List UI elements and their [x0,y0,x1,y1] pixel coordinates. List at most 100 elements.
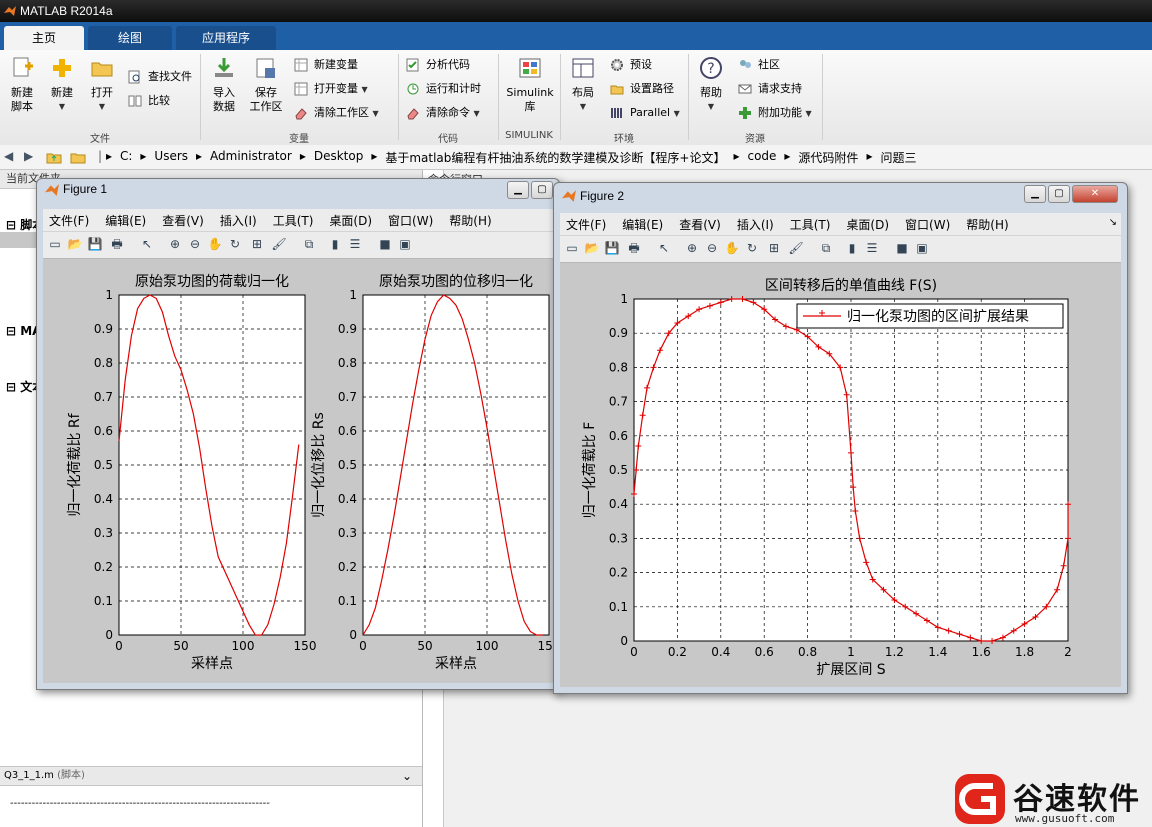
figure-menu-item[interactable]: 插入(I) [220,212,257,229]
new-label: 新建 [51,86,73,99]
figure-2-window[interactable]: Figure 2 ▁ ▢ ✕ 文件(F) 编辑(E) 查看(V) 插入(I) 工具(T)… [553,182,1128,694]
save-icon[interactable]: 💾 [604,240,620,256]
community-button[interactable]: 社区 [738,56,780,74]
find-files-button[interactable]: 查找文件 [128,68,192,86]
data-cursor-icon[interactable]: ⊞ [766,240,782,256]
figure-menu-item[interactable]: 查看(V) [679,216,721,233]
new-variable-button[interactable]: 新建变量 [294,56,358,74]
figure-menu-item[interactable]: 文件(F) [49,212,89,229]
figure-menu-item[interactable]: 文件(F) [566,216,606,233]
figure-menu-item[interactable]: 工具(T) [273,212,314,229]
figure-menu-item[interactable]: 桌面(D) [329,212,372,229]
clear-workspace-button[interactable]: 清除工作区 ▼ [294,104,379,122]
legend-icon[interactable]: ☰ [347,236,363,252]
figure-menu-item[interactable]: 查看(V) [162,212,204,229]
hide-tools-icon[interactable]: ■ [894,240,910,256]
save-icon[interactable]: 💾 [87,236,103,252]
figure-menu-item[interactable]: 帮助(H) [966,216,1008,233]
new-figure-icon[interactable]: ▭ [47,236,63,252]
close-button[interactable]: ✕ [1072,185,1118,203]
show-tools-icon[interactable]: ▣ [397,236,413,252]
figure-menu-item[interactable]: 窗口(W) [905,216,950,233]
open-button[interactable]: 打开 ▼ [84,56,120,114]
zoom-out-icon[interactable]: ⊖ [187,236,203,252]
breadcrumb-item[interactable]: 源代码附件 [798,149,858,166]
compare-button[interactable]: 比较 [128,92,170,110]
open-file-icon[interactable]: 📂 [67,236,83,252]
breadcrumb-item[interactable]: code [747,149,776,163]
maximize-button[interactable]: ▢ [531,181,553,199]
pan-hand-icon[interactable]: ✋ [724,240,740,256]
import-data-button[interactable]: 导入 数据 [206,56,242,114]
figure-menu-item[interactable]: 工具(T) [790,216,831,233]
breadcrumb-item[interactable]: 问题三 [880,149,916,166]
breadcrumb-item[interactable]: C: [120,149,132,163]
brush-icon[interactable]: 🖌 [788,240,804,256]
new-script-button[interactable]: 新建 脚本 [4,56,40,114]
zoom-in-icon[interactable]: ⊕ [684,240,700,256]
rotate-3d-icon[interactable]: ↻ [744,240,760,256]
tab-plots[interactable]: 绘图 [88,26,172,50]
link-plot-icon[interactable]: ⧉ [818,240,834,256]
open-variable-button[interactable]: 打开变量 ▼ [294,80,368,98]
up-folder-icon[interactable] [46,149,62,165]
zoom-in-icon[interactable]: ⊕ [167,236,183,252]
figure-1-title: Figure 1 [63,182,108,196]
data-cursor-icon[interactable]: ⊞ [249,236,265,252]
print-icon[interactable]: 🖶 [109,236,125,252]
legend-icon[interactable]: ☰ [864,240,880,256]
link-plot-icon[interactable]: ⧉ [301,236,317,252]
layout-button[interactable]: 布局 ▼ [566,56,600,114]
run-and-time-button[interactable]: 运行和计时 [406,80,481,98]
breadcrumb-item[interactable]: 基于matlab编程有杆抽油系统的数学建模及诊断【程序+论文】 [385,149,725,166]
show-tools-icon[interactable]: ▣ [914,240,930,256]
preferences-button[interactable]: 预设 [610,56,652,74]
figure-menu-item[interactable]: 帮助(H) [449,212,491,229]
brush-icon[interactable]: 🖌 [271,236,287,252]
breadcrumb-item[interactable]: Users [154,149,188,163]
simulink-library-button[interactable]: Simulink 库 [504,56,556,114]
analyze-code-button[interactable]: 分析代码 [406,56,470,74]
figure-menu-item[interactable]: 编辑(E) [105,212,146,229]
clear-commands-button[interactable]: 清除命令 ▼ [406,104,480,122]
add-ons-button[interactable]: 附加功能 ▼ [738,104,812,122]
dock-arrow-icon[interactable]: ↘ [1109,217,1117,228]
minimize-button[interactable]: ▁ [507,181,529,199]
y-axis-label: 归一化荷载比 Rf [66,412,83,516]
set-path-button[interactable]: 设置路径 [610,80,674,98]
print-icon[interactable]: 🖶 [626,240,642,256]
request-support-button[interactable]: 请求支持 [738,80,802,98]
colorbar-icon[interactable]: ▮ [327,236,343,252]
save-workspace-button[interactable]: 保存 工作区 [246,56,286,114]
figure-menu-item[interactable]: 窗口(W) [388,212,433,229]
tab-apps[interactable]: 应用程序 [176,26,276,50]
open-file-icon[interactable]: 📂 [584,240,600,256]
forward-arrow-icon[interactable]: ▶ [24,149,33,163]
pointer-icon[interactable]: ↖ [656,240,672,256]
new-button[interactable]: 新建 ▼ [44,56,80,114]
zoom-out-icon[interactable]: ⊖ [704,240,720,256]
pan-hand-icon[interactable]: ✋ [207,236,223,252]
breadcrumb-item[interactable]: Administrator [210,149,292,163]
figure-1-window[interactable]: Figure 1 ▁ ▢ 文件(F) 编辑(E) 查看(V) 插入(I) 工具(T) 桌面… [36,178,560,690]
hide-tools-icon[interactable]: ■ [377,236,393,252]
figure-menu-item[interactable]: 插入(I) [737,216,774,233]
app-title: MATLAB R2014a [20,4,113,18]
rotate-3d-icon[interactable]: ↻ [227,236,243,252]
browse-folder-icon[interactable] [70,149,86,165]
new-figure-icon[interactable]: ▭ [564,240,580,256]
maximize-button[interactable]: ▢ [1048,185,1070,203]
back-arrow-icon[interactable]: ◀ [4,149,13,163]
tab-home[interactable]: 主页 [4,26,84,50]
selected-file-row[interactable] [0,232,40,248]
pointer-icon[interactable]: ↖ [139,236,155,252]
figure-menu-item[interactable]: 编辑(E) [622,216,663,233]
colorbar-icon[interactable]: ▮ [844,240,860,256]
help-button[interactable]: ? 帮助 ▼ [694,56,728,114]
figure-menu-item[interactable]: 桌面(D) [846,216,889,233]
chevron-down-icon[interactable]: ⌄ [402,767,412,785]
minimize-button[interactable]: ▁ [1024,185,1046,203]
breadcrumb-item[interactable]: Desktop [314,149,364,163]
code-group-label: 代码 [438,134,458,145]
parallel-button[interactable]: Parallel ▼ [610,104,680,122]
